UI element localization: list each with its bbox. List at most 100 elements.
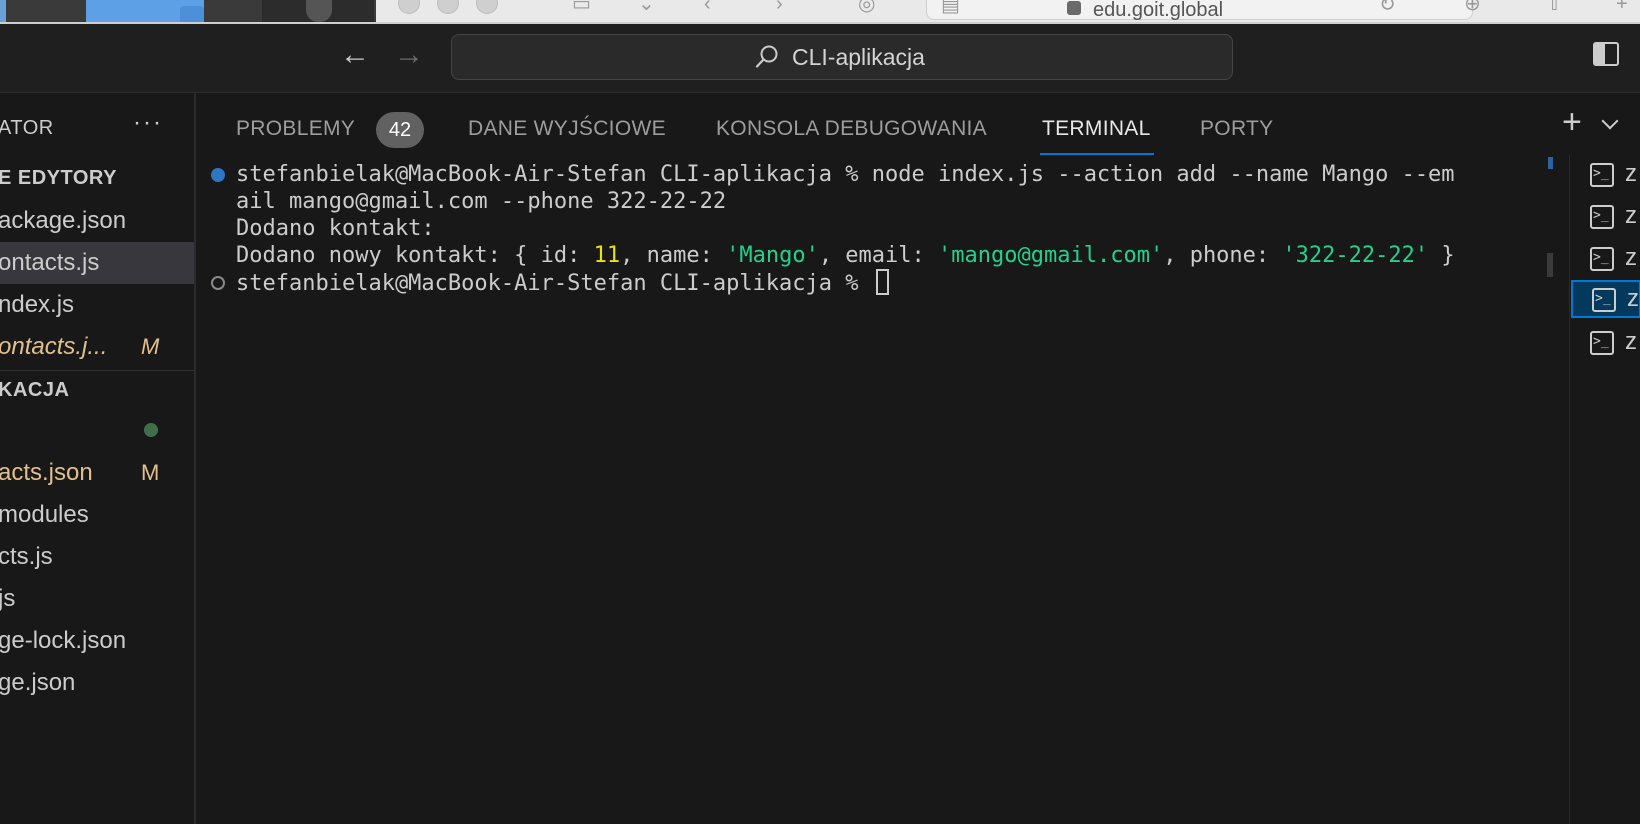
search-icon: [755, 45, 778, 68]
terminal-prompt: stefanbielak@MacBook-Air-Stefan CLI-apli…: [236, 271, 872, 296]
terminal-instance-active[interactable]: >_ z: [1571, 280, 1640, 318]
terminal-string: '322-22-22': [1282, 243, 1429, 268]
open-editors-section[interactable]: E EDYTORY: [0, 167, 117, 190]
folder-item[interactable]: modules: [0, 494, 194, 536]
command-center[interactable]: CLI-aplikacja: [451, 34, 1233, 80]
open-editor-item[interactable]: ackage.json: [0, 200, 194, 242]
terminal-tabs-list: >_ z >_ z >_ z >_ z >_ z: [1569, 155, 1640, 824]
folder-icon: [180, 6, 204, 22]
terminal-text: , phone:: [1163, 243, 1283, 268]
explorer-title: ATOR: [0, 117, 54, 139]
file-item[interactable]: ge-lock.json: [0, 620, 194, 662]
scrollbar-thumb[interactable]: [1547, 253, 1553, 277]
command-decoration-icon[interactable]: [211, 168, 225, 182]
explorer-sidebar: ATOR ··· E EDYTORY ackage.json ontacts.j…: [0, 93, 196, 824]
file-label: cts.js: [0, 543, 53, 570]
terminal-instance[interactable]: >_ z: [1570, 197, 1640, 235]
file-label: ge-lock.json: [0, 627, 127, 654]
tab-problems[interactable]: PROBLEMY: [236, 116, 355, 142]
open-editor-item[interactable]: ontacts.js: [0, 242, 194, 284]
file-item[interactable]: js: [0, 578, 194, 620]
reader-icon[interactable]: ▤: [941, 0, 960, 15]
panel-tabs: PROBLEMY 42 DANE WYJŚCIOWE KONSOLA DEBUG…: [196, 93, 1640, 155]
chevron-down-icon[interactable]: ⌄: [638, 0, 655, 14]
section-divider: [0, 370, 194, 371]
terminal-icon: >_: [1590, 205, 1614, 229]
terminal-string: 'mango@gmail.com': [938, 243, 1164, 268]
more-actions-icon[interactable]: ···: [133, 109, 163, 137]
photo-thumbnail[interactable]: [262, 0, 374, 22]
photo-face: [306, 0, 332, 22]
forward-arrow-icon[interactable]: →: [394, 40, 424, 70]
tab-debug-console[interactable]: KONSOLA DEBUGOWANIA: [716, 116, 987, 142]
file-label: acts.json: [0, 459, 93, 486]
terminal-text: }: [1428, 243, 1455, 268]
terminal-text: Dodano nowy kontakt: { id:: [236, 243, 594, 268]
open-editor-item[interactable]: ndex.js: [0, 284, 194, 326]
terminal-string: 'Mango': [726, 243, 819, 268]
tab-terminal[interactable]: TERMINAL: [1042, 116, 1151, 142]
file-item[interactable]: ge.json: [0, 662, 194, 704]
address-bar[interactable]: ▤ edu.goit.global ↻: [926, 0, 1473, 20]
modified-badge: M: [141, 460, 160, 485]
tab-ports[interactable]: PORTY: [1200, 116, 1273, 142]
new-terminal-icon[interactable]: +: [1562, 105, 1582, 139]
file-label: ge.json: [0, 669, 76, 696]
back-arrow-icon[interactable]: ←: [340, 40, 370, 70]
terminal-icon: >_: [1590, 247, 1614, 271]
file-label: ndex.js: [0, 291, 75, 318]
terminal-icon: >_: [1592, 288, 1616, 312]
problems-count-badge: 42: [376, 112, 424, 148]
file-item[interactable]: acts.json M: [0, 452, 194, 494]
terminal-output[interactable]: stefanbielak@MacBook-Air-Stefan CLI-apli…: [196, 155, 1566, 824]
browser-toolbar: ▭ ⌄ ‹ › ◎ ▤ edu.goit.global ↻ ⊕ ⇧ +: [0, 0, 1640, 22]
terminal-instance-label: z: [1625, 244, 1637, 271]
file-item[interactable]: cts.js: [0, 536, 194, 578]
modified-badge: M: [141, 334, 160, 359]
terminal-instance[interactable]: >_ z: [1570, 155, 1640, 193]
panel: PROBLEMY 42 DANE WYJŚCIOWE KONSOLA DEBUG…: [196, 93, 1640, 824]
project-section[interactable]: KACJA: [0, 379, 69, 402]
terminal-line: Dodano nowy kontakt: { id: 11, name: 'Ma…: [236, 242, 1455, 269]
terminal-text: , name:: [620, 243, 727, 268]
command-decoration-icon[interactable]: [211, 276, 225, 290]
back-icon[interactable]: ‹: [704, 0, 711, 14]
tab-output[interactable]: DANE WYJŚCIOWE: [468, 116, 666, 142]
new-tab-icon[interactable]: +: [1616, 0, 1628, 14]
terminal-instance-label: z: [1627, 285, 1639, 312]
folder-label: modules: [0, 501, 89, 528]
open-editor-item[interactable]: ontacts.j... M: [0, 326, 194, 368]
file-label: ontacts.js: [0, 249, 100, 276]
privacy-report-icon[interactable]: ◎: [858, 0, 875, 14]
terminal-instance-label: z: [1625, 328, 1637, 355]
file-label: ackage.json: [0, 207, 127, 234]
terminal-instance[interactable]: >_ z: [1570, 239, 1640, 277]
scrollbar-marker: [1548, 157, 1553, 169]
terminal-icon: >_: [1590, 331, 1614, 355]
file-label: ontacts.j...: [0, 333, 108, 360]
lock-icon: [1067, 1, 1081, 15]
download-icon[interactable]: ⊕: [1464, 0, 1481, 14]
status-dot: [144, 423, 158, 437]
command-center-label: CLI-aplikacja: [792, 44, 925, 70]
terminal-line: Dodano kontakt:: [236, 216, 435, 241]
thumbnail[interactable]: [0, 0, 6, 22]
zoom-window-button[interactable]: [476, 0, 498, 14]
browser-tab-thumbnails: [0, 0, 376, 22]
share-icon[interactable]: ⇧: [1546, 0, 1563, 14]
url-text: edu.goit.global: [1093, 0, 1224, 21]
terminal-instance[interactable]: >_ z: [1570, 323, 1640, 361]
terminal-instance-label: z: [1625, 202, 1637, 229]
forward-icon[interactable]: ›: [776, 0, 783, 14]
title-bar: ← → CLI-aplikacja: [0, 24, 1640, 93]
chevron-down-icon[interactable]: [1601, 112, 1619, 130]
toggle-secondary-sidebar-icon[interactable]: [1593, 42, 1619, 66]
reload-icon[interactable]: ↻: [1379, 0, 1396, 15]
sidebar-icon[interactable]: ▭: [572, 0, 591, 14]
terminal-line: ail mango@gmail.com --phone 322-22-22: [236, 189, 727, 214]
terminal-cursor: [875, 269, 889, 295]
minimize-window-button[interactable]: [437, 0, 459, 14]
close-window-button[interactable]: [398, 0, 420, 14]
terminal-line: stefanbielak@MacBook-Air-Stefan CLI-apli…: [236, 162, 1455, 187]
terminal-prompt-line: stefanbielak@MacBook-Air-Stefan CLI-apli…: [236, 269, 889, 297]
